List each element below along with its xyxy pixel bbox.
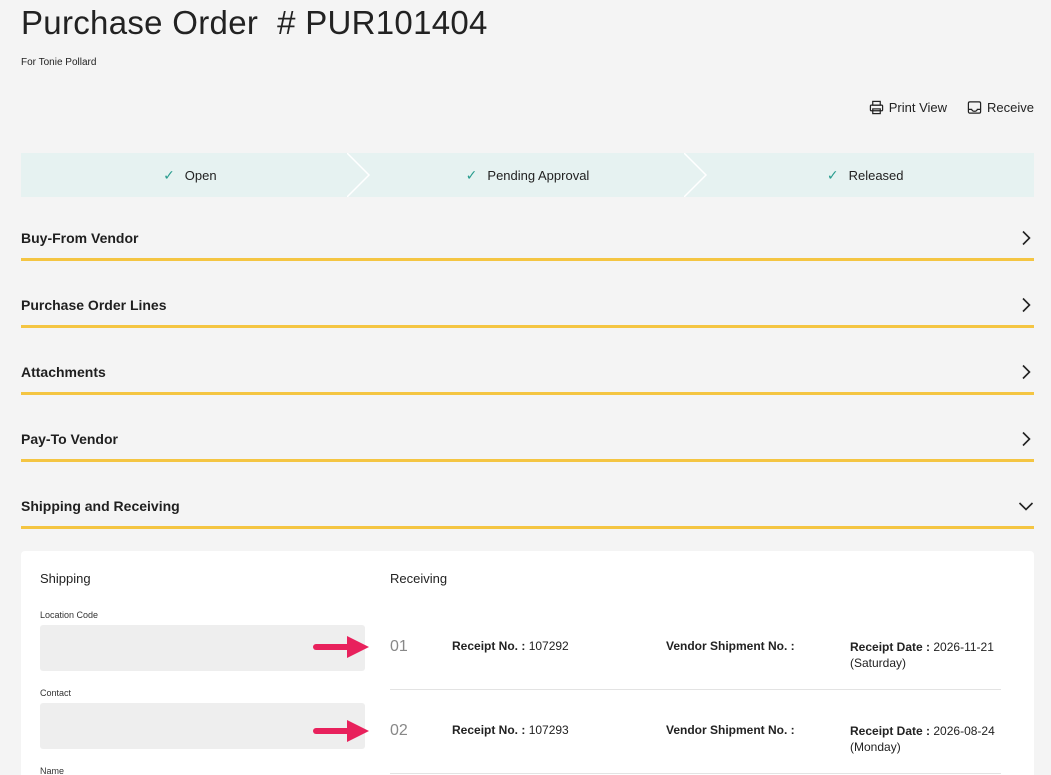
receipt-divider (390, 773, 1001, 774)
step-label: Released (848, 167, 904, 183)
receipt-number: 01 (390, 638, 408, 655)
status-stepper: ✓ Open ✓ Pending Approval ✓ Released (21, 153, 1034, 197)
chevron-separator-icon (684, 153, 708, 197)
annotation-arrow-icon (313, 720, 369, 742)
section-title: Buy-From Vendor (21, 230, 139, 246)
receiving-heading: Receiving (390, 571, 448, 586)
receipt-no-value: 107293 (528, 723, 569, 737)
section-title: Attachments (21, 364, 106, 380)
shipping-receiving-panel: Shipping Receiving Location Code Contact… (21, 551, 1034, 775)
receipt-no-label: Receipt No. : (452, 639, 526, 653)
section-buy-from-vendor[interactable]: Buy-From Vendor (21, 218, 1034, 261)
section-title: Shipping and Receiving (21, 498, 180, 514)
contact-label: Contact (40, 688, 72, 698)
name-label: Name (40, 766, 65, 775)
header-actions: Print View Receive (869, 100, 1034, 115)
receipt-no: Receipt No. : 107293 (452, 723, 569, 737)
chevron-right-icon (1022, 230, 1031, 246)
vendor-shipment-label: Vendor Shipment No. : (666, 723, 795, 737)
chevron-right-icon (1022, 297, 1031, 313)
vendor-shipment-no: Vendor Shipment No. : (666, 639, 795, 653)
receipt-day-value: (Monday) (850, 740, 901, 754)
receipt-divider (390, 689, 1001, 690)
receive-button[interactable]: Receive (967, 100, 1034, 115)
step-label: Pending Approval (487, 167, 590, 183)
section-attachments[interactable]: Attachments (21, 352, 1034, 395)
print-view-label: Print View (888, 100, 948, 115)
annotation-arrow-icon (313, 636, 369, 658)
section-title: Pay-To Vendor (21, 431, 118, 447)
chevron-separator-icon (346, 153, 370, 197)
print-view-button[interactable]: Print View (869, 100, 947, 115)
shipping-heading: Shipping (40, 571, 91, 586)
step-label: Open (184, 167, 217, 183)
check-icon: ✓ (465, 166, 478, 183)
printer-icon (869, 100, 883, 115)
receipt-no: Receipt No. : 107292 (452, 639, 569, 653)
section-pay-to-vendor[interactable]: Pay-To Vendor (21, 419, 1034, 462)
location-code-label: Location Code (40, 610, 99, 620)
receipt-date: Receipt Date : 2026-08-24 (Monday) (850, 723, 995, 755)
receive-label: Receive (987, 100, 1034, 115)
vendor-shipment-no: Vendor Shipment No. : (666, 723, 795, 737)
chevron-right-icon (1022, 431, 1031, 447)
check-icon: ✓ (163, 166, 175, 183)
section-title: Purchase Order Lines (21, 297, 167, 313)
step-open: ✓ Open (21, 153, 370, 197)
receipt-date-label: Receipt Date : (850, 640, 931, 654)
receipt-number: 02 (390, 722, 408, 739)
receipt-day-value: (Saturday) (850, 656, 907, 670)
receipt-date-value: 2026-08-24 (933, 724, 995, 738)
chevron-down-icon (1018, 502, 1034, 511)
inbox-icon (967, 101, 982, 114)
receipt-date-label: Receipt Date : (850, 724, 931, 738)
section-shipping-and-receiving[interactable]: Shipping and Receiving (21, 486, 1034, 529)
receipt-date: Receipt Date : 2026-11-21 (Saturday) (850, 639, 994, 671)
receipt-date-value: 2026-11-21 (933, 640, 994, 654)
section-purchase-order-lines[interactable]: Purchase Order Lines (21, 285, 1034, 328)
page-subtitle: For Tonie Pollard (21, 57, 97, 68)
step-pending-approval: ✓ Pending Approval (359, 153, 708, 197)
chevron-right-icon (1022, 364, 1031, 380)
check-icon: ✓ (826, 166, 839, 183)
step-released: ✓ Released (696, 153, 1034, 197)
page-title: Purchase Order # PUR101404 (21, 4, 488, 41)
receipt-no-value: 107292 (528, 639, 569, 653)
vendor-shipment-label: Vendor Shipment No. : (666, 639, 795, 653)
receipt-no-label: Receipt No. : (452, 723, 526, 737)
